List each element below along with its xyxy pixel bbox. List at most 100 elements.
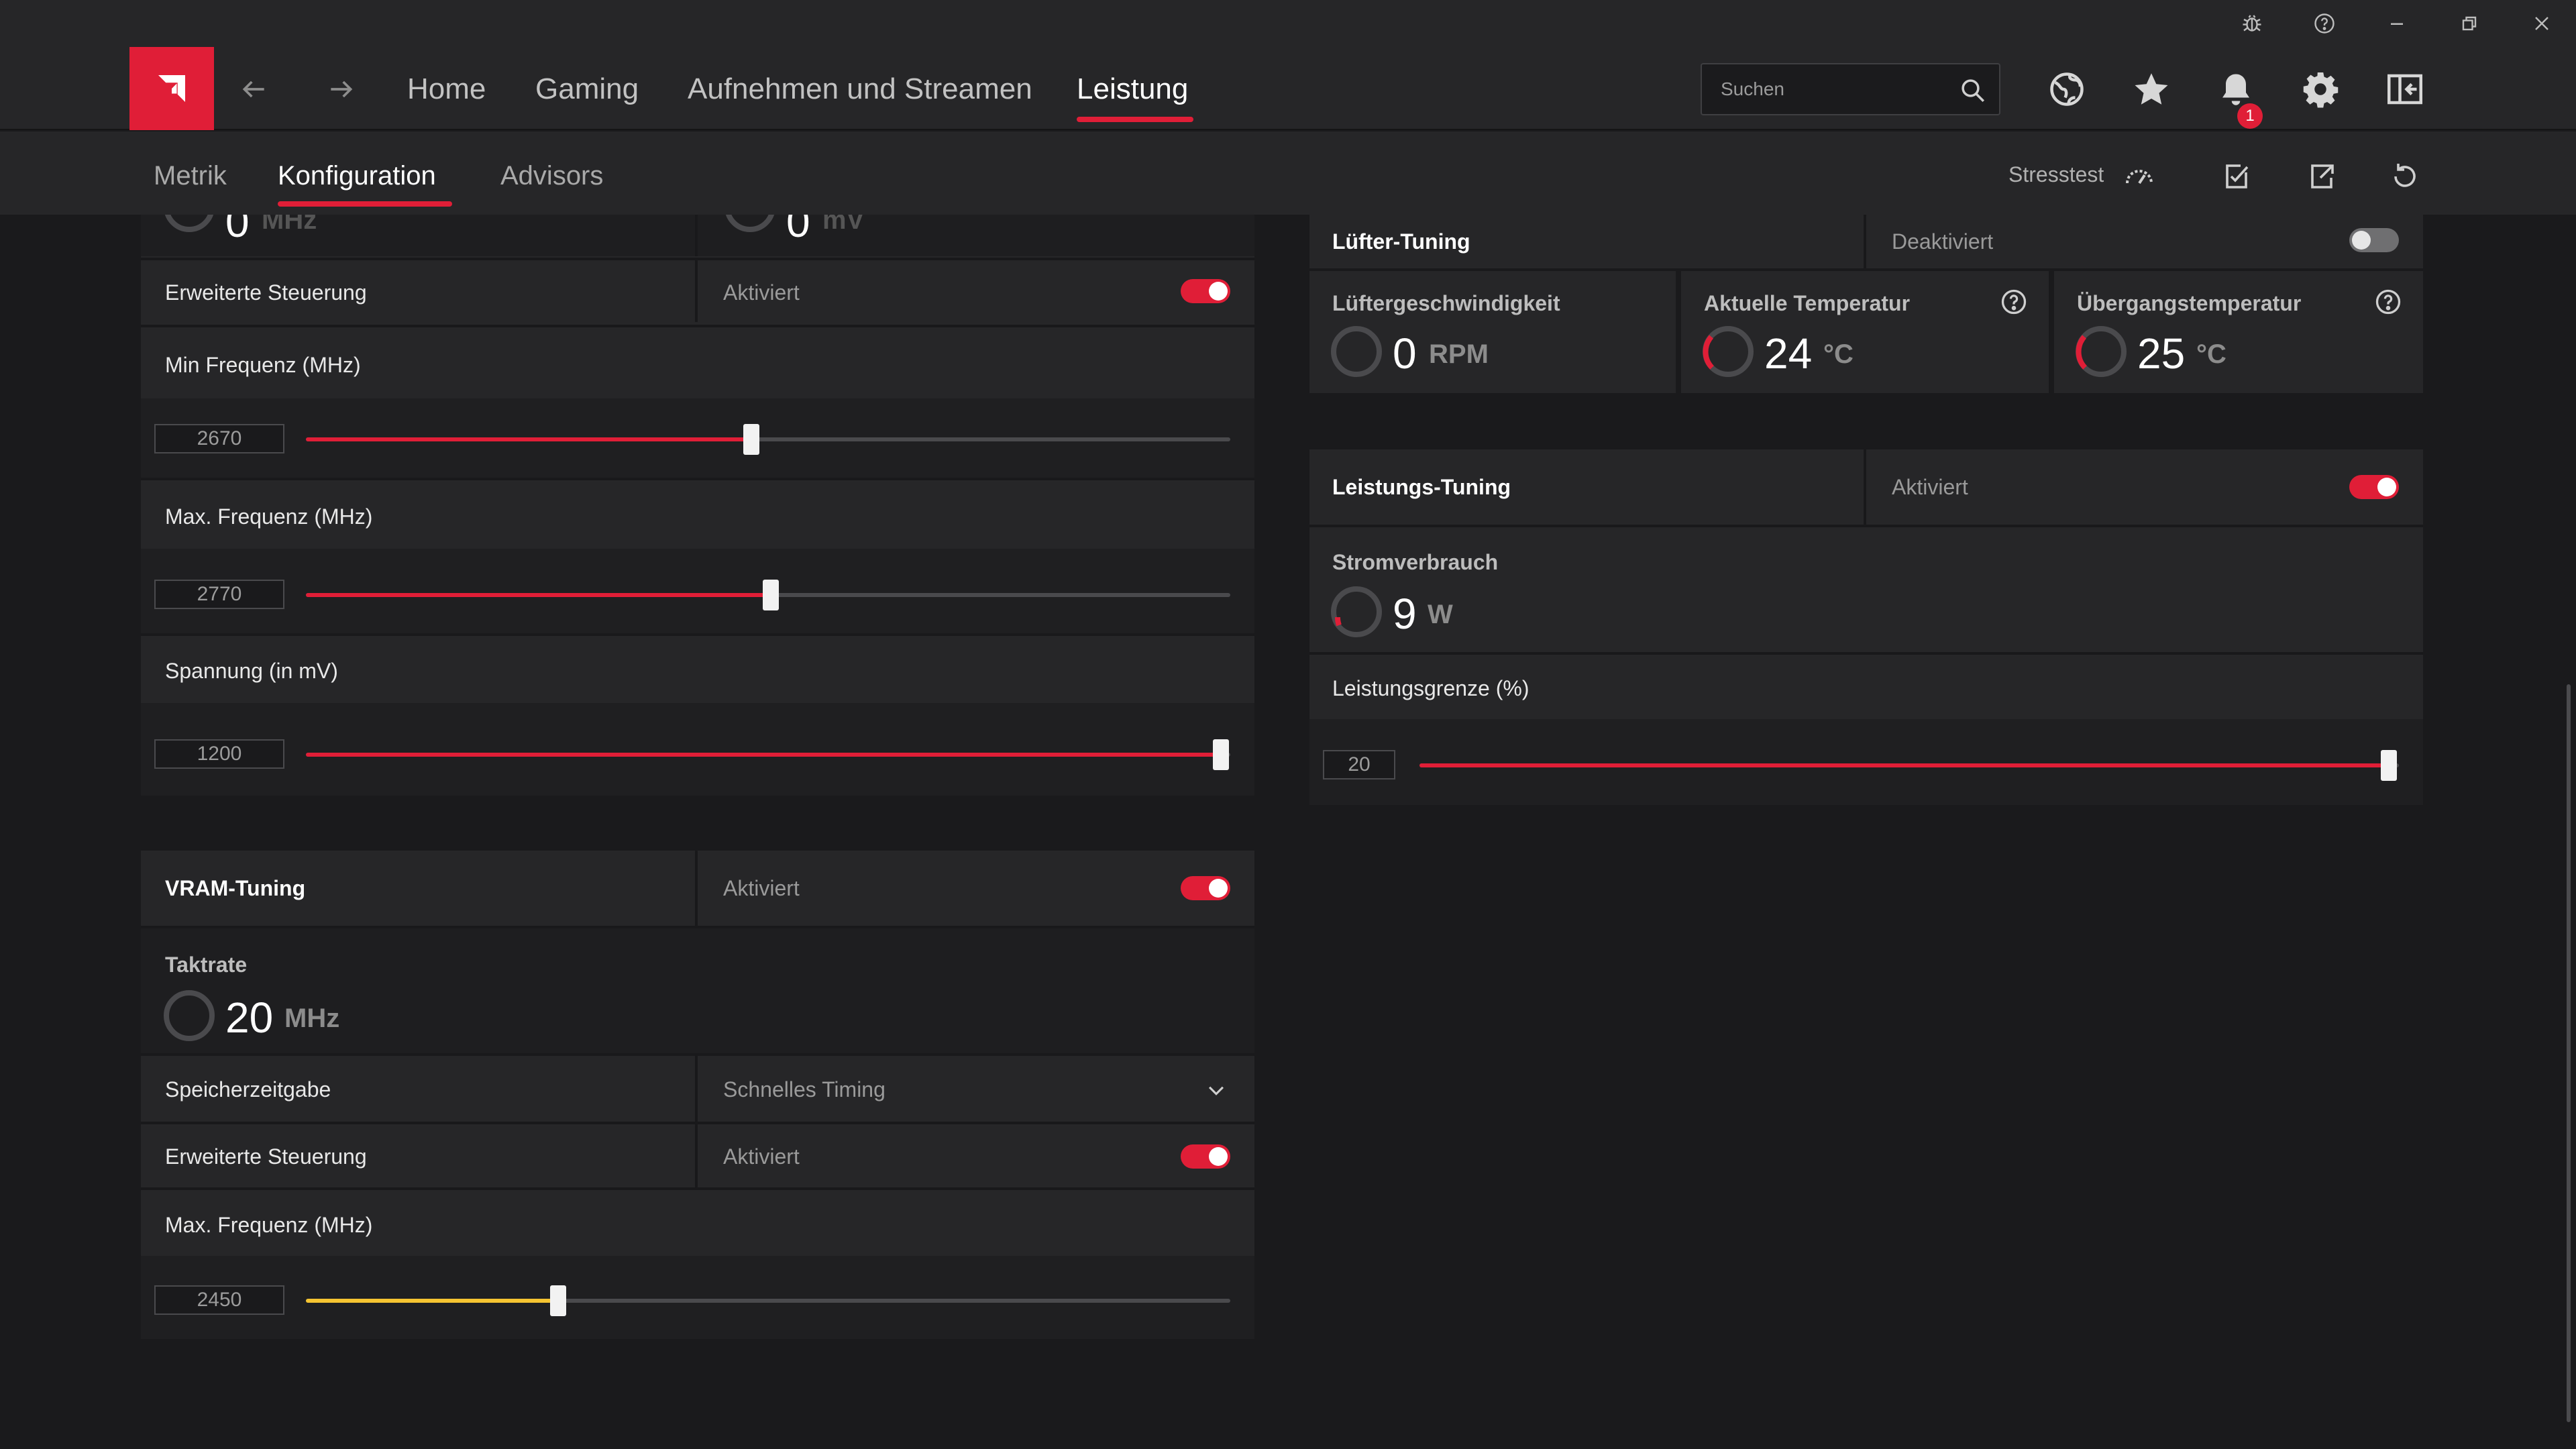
reset-icon[interactable]: [2385, 157, 2424, 196]
vram-tuning-header: VRAM-Tuning Aktiviert: [141, 851, 1254, 926]
vram-advanced-control-toggle[interactable]: [1181, 1144, 1230, 1169]
power-limit-slider-row: 20: [1309, 719, 2423, 805]
tab-configuration[interactable]: Konfiguration: [278, 161, 436, 191]
tab-metrics[interactable]: Metrik: [154, 161, 227, 191]
voltage-value: 0: [786, 215, 810, 246]
power-limit-slider-thumb[interactable]: [2381, 750, 2398, 781]
vram-clock-label: Taktrate: [165, 953, 248, 977]
max-frequency-slider[interactable]: [306, 580, 1230, 610]
minimize-icon[interactable]: [2381, 8, 2412, 39]
power-tuning-title: Leistungs-Tuning: [1332, 475, 1511, 499]
vram-max-frequency-input[interactable]: 2450: [154, 1285, 284, 1315]
current-temperature-unit: °C: [1823, 339, 1854, 369]
power-draw-value: 9: [1393, 590, 1417, 638]
vram-advanced-control-row: Erweiterte Steuerung Aktiviert: [141, 1122, 1254, 1187]
voltage-slider[interactable]: [306, 739, 1230, 770]
clock-unit: MHz: [262, 215, 317, 235]
fan-speed-card: Lüftergeschwindigkeit 0 RPM: [1309, 271, 1676, 393]
max-frequency-slider-thumb[interactable]: [763, 580, 780, 610]
sidebar-panel-icon[interactable]: [2380, 64, 2430, 114]
power-draw-label: Stromverbrauch: [1332, 550, 1499, 574]
vram-tuning-toggle[interactable]: [1181, 876, 1230, 900]
fan-tuning-panel: Lüfter-Tuning Deaktiviert Lüftergeschwin…: [1309, 215, 2423, 393]
favorites-star-icon[interactable]: [2127, 64, 2176, 114]
vram-tuning-panel: VRAM-Tuning Aktiviert Taktrate 20 MHz Sp…: [141, 851, 1254, 1339]
fan-tuning-toggle[interactable]: [2349, 228, 2399, 252]
advanced-control-label: Erweiterte Steuerung: [165, 280, 367, 305]
nav-home[interactable]: Home: [407, 72, 486, 106]
search-input[interactable]: [1719, 74, 1947, 105]
fan-speed-unit: RPM: [1429, 339, 1489, 369]
power-limit-label: Leistungsgrenze (%): [1332, 676, 1529, 700]
current-temperature-gauge-icon: [1703, 326, 1754, 377]
fan-speed-label: Lüftergeschwindigkeit: [1332, 291, 1560, 315]
max-frequency-header: Max. Frequenz (MHz): [141, 478, 1254, 549]
vram-clock-gauge-icon: [164, 990, 215, 1041]
junction-temperature-card: Übergangstemperatur 25 °C: [2054, 271, 2423, 393]
max-frequency-input[interactable]: 2770: [154, 580, 284, 609]
junction-temperature-help-icon[interactable]: [2373, 287, 2403, 317]
help-icon[interactable]: [2309, 8, 2340, 39]
nav-performance[interactable]: Leistung: [1077, 72, 1188, 106]
current-temperature-card: Aktuelle Temperatur 24 °C: [1681, 271, 2049, 393]
nav-record-stream[interactable]: Aufnehmen und Streamen: [688, 72, 1032, 106]
current-temperature-label: Aktuelle Temperatur: [1704, 291, 1911, 315]
forward-arrow-icon[interactable]: [323, 71, 359, 107]
fan-speed-value: 0: [1393, 329, 1417, 378]
nav-gaming[interactable]: Gaming: [535, 72, 639, 106]
vram-clock-unit: MHz: [284, 1004, 340, 1033]
gpu-advanced-control-row: Erweiterte Steuerung Aktiviert: [141, 258, 1254, 322]
max-frequency-slider-row: 2770: [141, 549, 1254, 633]
min-frequency-slider[interactable]: [306, 424, 1230, 455]
close-icon[interactable]: [2526, 8, 2557, 39]
advanced-control-toggle[interactable]: [1181, 279, 1230, 303]
fan-speed-gauge-icon: [1331, 326, 1382, 377]
vram-advanced-control-state: Aktiviert: [723, 1144, 800, 1169]
power-tuning-panel: Leistungs-Tuning Aktiviert Stromverbrauc…: [1309, 449, 2423, 805]
current-temperature-help-icon[interactable]: [1999, 287, 2029, 317]
export-icon[interactable]: [2302, 157, 2341, 196]
gpu-clock-summary-row: 0 MHz 0 mV: [141, 215, 1254, 256]
amd-logo[interactable]: [129, 47, 214, 130]
voltage-slider-thumb[interactable]: [1213, 739, 1230, 770]
tab-advisors[interactable]: Advisors: [500, 161, 603, 191]
power-limit-input[interactable]: 20: [1323, 750, 1395, 780]
power-limit-slider[interactable]: [1419, 750, 2399, 781]
apply-changes-icon[interactable]: [2217, 157, 2256, 196]
search-box[interactable]: [1701, 63, 2000, 115]
power-draw-row: Stromverbrauch 9 W: [1309, 525, 2423, 652]
junction-temperature-unit: °C: [2196, 339, 2226, 369]
chevron-down-icon: [1208, 1086, 1224, 1095]
min-frequency-slider-row: 2670: [141, 398, 1254, 478]
stresstest-label[interactable]: Stresstest: [2008, 162, 2104, 187]
power-draw-gauge-icon: [1331, 586, 1382, 637]
settings-gear-icon[interactable]: [2296, 64, 2345, 114]
vram-max-frequency-slider-thumb[interactable]: [550, 1285, 567, 1316]
search-icon[interactable]: [1959, 76, 1987, 105]
junction-temperature-gauge-icon: [2076, 326, 2127, 377]
min-frequency-input[interactable]: 2670: [154, 424, 284, 453]
restore-icon[interactable]: [2454, 8, 2485, 39]
voltage-input[interactable]: 1200: [154, 739, 284, 769]
globe-icon[interactable]: [2042, 64, 2092, 114]
vram-clock-row: Taktrate 20 MHz: [141, 926, 1254, 1053]
vram-tuning-title: VRAM-Tuning: [165, 876, 306, 900]
fan-tuning-title: Lüfter-Tuning: [1332, 229, 1470, 254]
stresstest-gauge-icon[interactable]: [2120, 157, 2159, 196]
power-tuning-header: Leistungs-Tuning Aktiviert: [1309, 449, 2423, 525]
memory-timing-dropdown[interactable]: Schnelles Timing: [698, 1056, 1254, 1122]
back-arrow-icon[interactable]: [236, 71, 272, 107]
page-scrollbar[interactable]: [2567, 684, 2571, 1422]
notification-count-badge: 1: [2237, 103, 2263, 129]
bug-report-icon[interactable]: [2237, 8, 2267, 39]
min-frequency-slider-thumb[interactable]: [743, 424, 760, 455]
vram-clock-value: 20: [225, 994, 274, 1042]
vram-max-frequency-label: Max. Frequenz (MHz): [165, 1213, 373, 1237]
junction-temperature-label: Übergangstemperatur: [2077, 291, 2302, 315]
title-bar: [0, 0, 2576, 47]
vram-max-frequency-slider[interactable]: [306, 1285, 1230, 1316]
power-tuning-toggle[interactable]: [2349, 475, 2399, 499]
max-frequency-label: Max. Frequenz (MHz): [165, 504, 373, 529]
clock-value: 0: [225, 215, 250, 246]
voltage-unit: mV: [822, 215, 865, 235]
